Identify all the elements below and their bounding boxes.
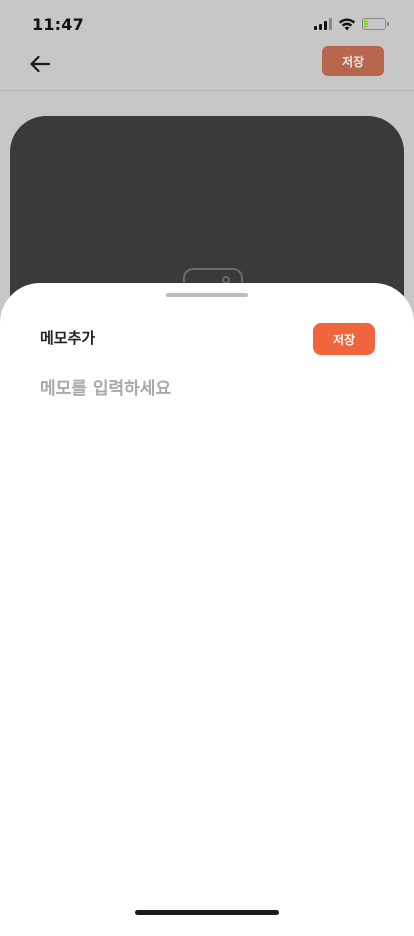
header-divider	[0, 90, 414, 91]
header: 저장	[0, 46, 414, 90]
cellular-signal-icon	[314, 18, 332, 30]
status-icons	[314, 17, 389, 31]
screen: 11:47 저장 메모추가 저장 메모를 입력하세요	[0, 0, 414, 936]
arrow-left-icon	[30, 55, 51, 73]
status-bar: 11:47	[0, 0, 414, 48]
sheet-save-button[interactable]: 저장	[313, 323, 375, 355]
header-save-button[interactable]: 저장	[322, 46, 384, 76]
bottom-sheet: 메모추가 저장	[0, 283, 414, 936]
memo-input[interactable]	[40, 375, 374, 403]
wifi-icon	[338, 17, 356, 30]
battery-icon	[362, 18, 389, 30]
battery-level	[364, 20, 368, 28]
back-button[interactable]	[24, 48, 56, 80]
sheet-title: 메모추가	[40, 329, 96, 347]
status-time: 11:47	[32, 14, 84, 34]
sheet-grabber[interactable]	[166, 293, 248, 297]
home-indicator	[135, 910, 279, 915]
